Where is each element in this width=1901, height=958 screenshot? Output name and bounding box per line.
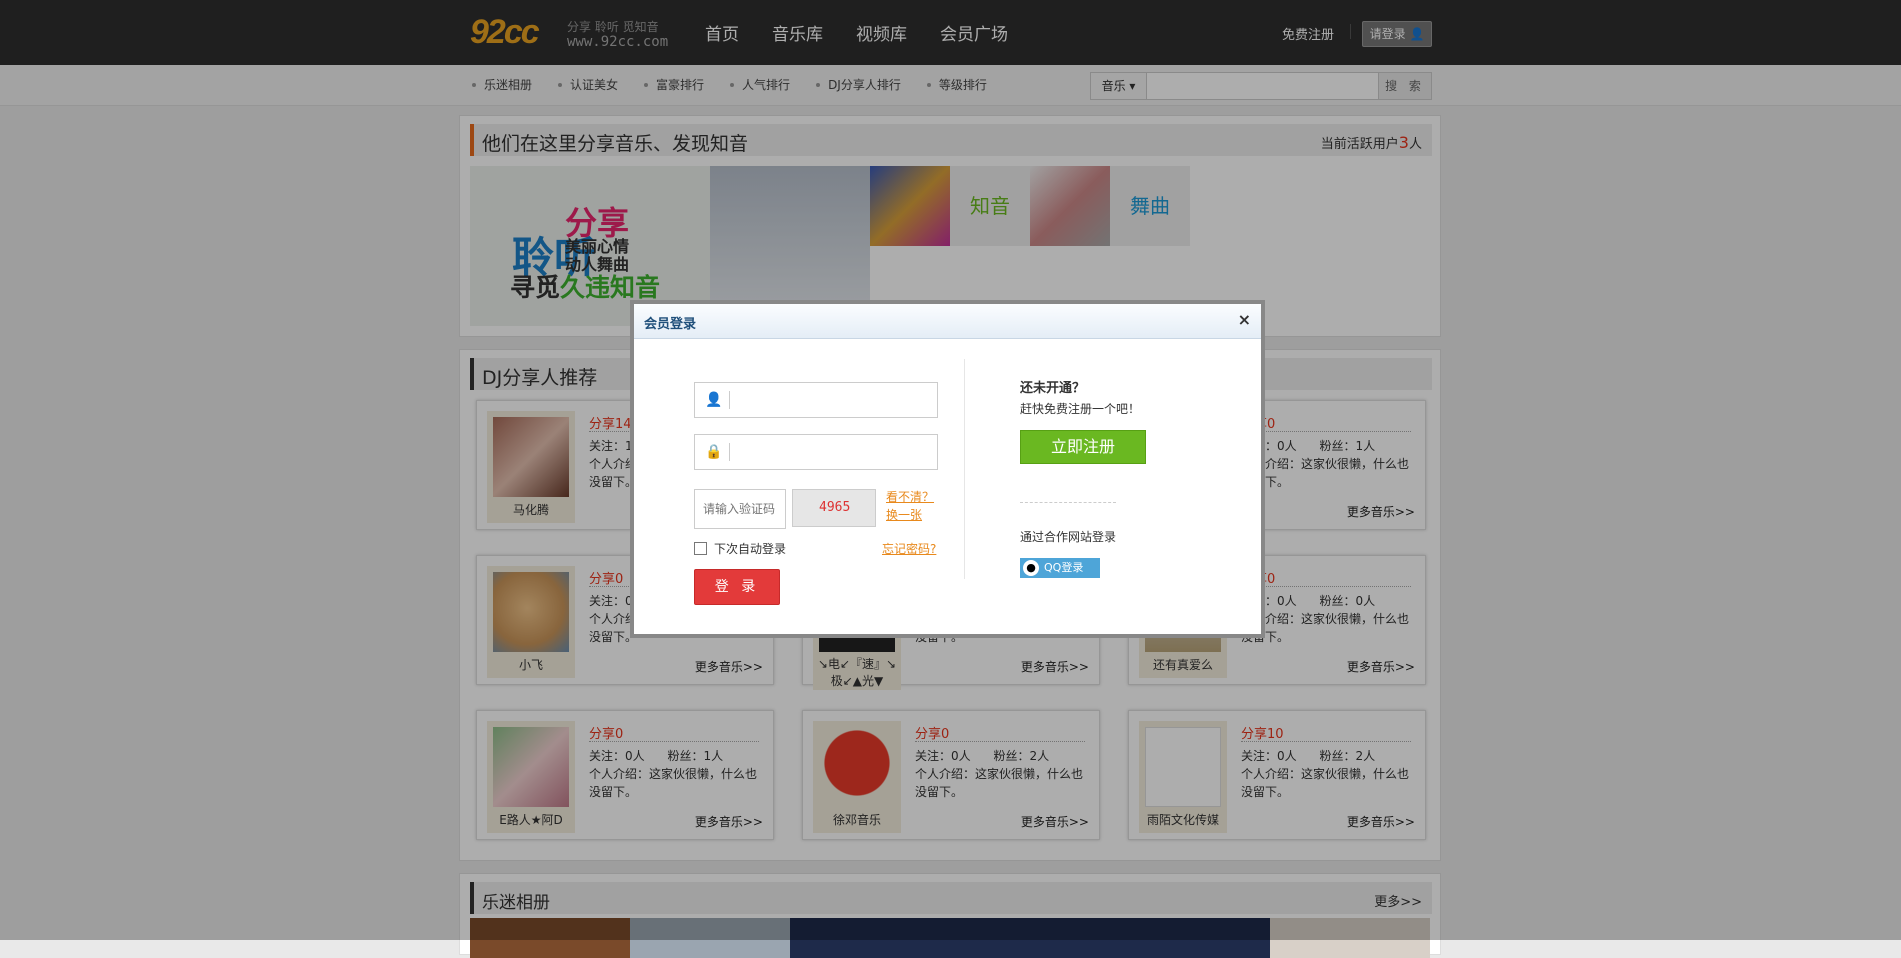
field-divider (729, 391, 730, 409)
login-modal: 会员登录 × 👤 🔒 4965 看不清？ 换一张 下次自动登录 忘记密码? 登 录… (630, 300, 1265, 638)
close-icon[interactable]: × (1238, 310, 1251, 329)
field-divider (729, 443, 730, 461)
refresh-captcha-link[interactable]: 看不清？ 换一张 (886, 488, 934, 524)
user-icon: 👤 (705, 392, 723, 408)
register-now-button[interactable]: 立即注册 (1020, 430, 1146, 464)
captcha-input[interactable] (694, 489, 786, 529)
remember-me[interactable]: 下次自动登录 (694, 540, 786, 557)
password-field[interactable]: 🔒 (694, 434, 938, 470)
partner-login-label: 通过合作网站登录 (1020, 530, 1117, 544)
modal-title: 会员登录 (644, 317, 697, 332)
username-field[interactable]: 👤 (694, 382, 938, 418)
modal-header: 会员登录 × (634, 304, 1261, 339)
remember-label: 下次自动登录 (714, 542, 787, 556)
dashed-divider (1020, 502, 1116, 503)
captcha-code: 4965 (819, 500, 851, 515)
forgot-password-link[interactable]: 忘记密码? (882, 540, 936, 557)
captcha-image[interactable]: 4965 (792, 489, 876, 527)
qq-login-button[interactable]: ● QQ登录 (1020, 558, 1100, 578)
lock-icon: 🔒 (705, 444, 723, 460)
not-registered-title: 还未开通？ (1020, 381, 1086, 396)
change-text: 换一张 (886, 508, 923, 522)
unclear-text: 看不清？ (886, 490, 935, 504)
qq-login-label: QQ登录 (1044, 561, 1084, 574)
remember-checkbox[interactable] (694, 542, 707, 555)
login-submit-button[interactable]: 登 录 (694, 569, 780, 605)
not-registered-subtitle: 赶快免费注册一个吧！ (1020, 402, 1141, 416)
page: 92cc 分享 聆听 觅知音 www.92cc.com 首页 音乐库 视频库 会… (0, 0, 1901, 958)
vertical-divider (964, 359, 965, 579)
qq-penguin-icon: ● (1023, 560, 1039, 576)
